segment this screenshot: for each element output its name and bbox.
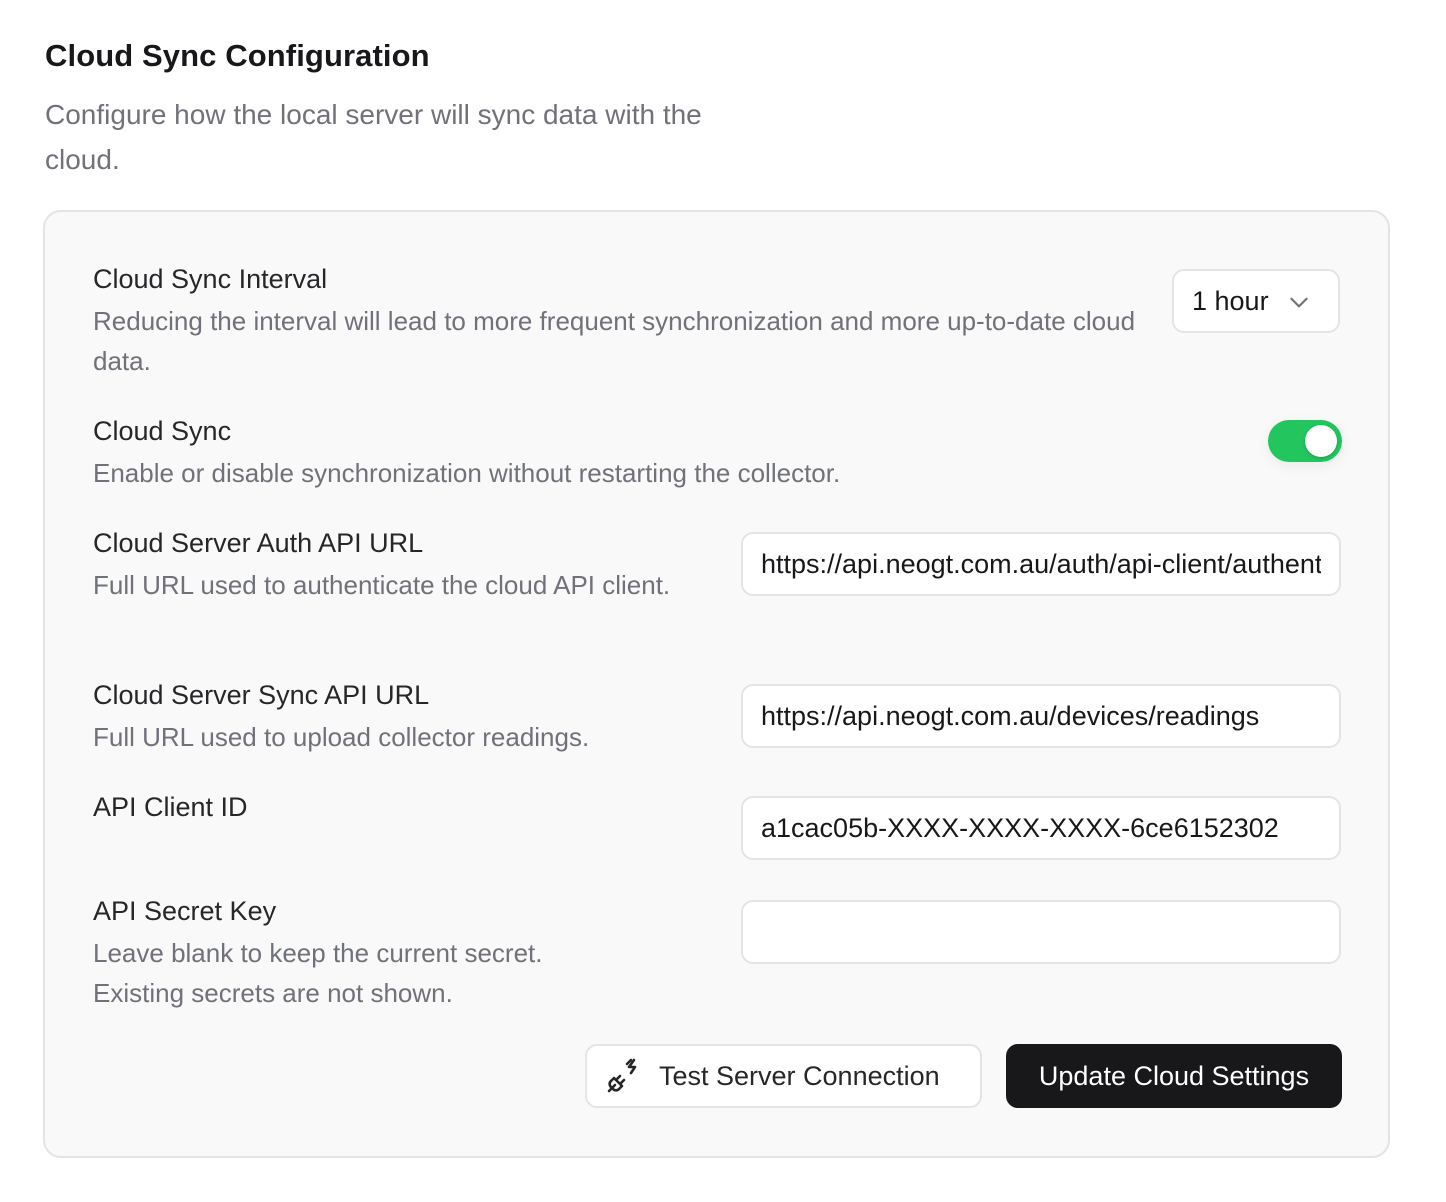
cloud-sync-help: Enable or disable synchronization withou… [93, 458, 841, 488]
plug-icon [607, 1058, 637, 1093]
section-title: Cloud Sync Configuration [45, 38, 430, 73]
sync-url-input[interactable] [741, 684, 1341, 748]
cloud-sync-page: Cloud Sync Configuration Configure how t… [0, 0, 1446, 1202]
test-connection-button[interactable]: Test Server Connection [585, 1044, 982, 1108]
secret-key-input[interactable] [741, 900, 1341, 964]
client-id-label: API Client ID [93, 792, 248, 822]
update-settings-label: Update Cloud Settings [1038, 1060, 1310, 1091]
chevron-down-icon [1290, 297, 1308, 308]
sync-interval-help: Reducing the interval will lead to more … [93, 306, 1136, 376]
secret-key-help: Leave blank to keep the current secret. … [93, 938, 543, 1008]
toggle-knob [1305, 425, 1337, 457]
sync-url-label: Cloud Server Sync API URL [93, 680, 430, 710]
cloud-sync-toggle[interactable] [1268, 420, 1342, 462]
auth-url-help: Full URL used to authenticate the cloud … [93, 570, 671, 600]
auth-url-input[interactable] [741, 532, 1341, 596]
client-id-input[interactable] [741, 796, 1341, 860]
test-connection-label: Test Server Connection [659, 1060, 940, 1091]
auth-url-label: Cloud Server Auth API URL [93, 528, 424, 558]
settings-card: Cloud Sync Interval Reducing the interva… [43, 210, 1390, 1158]
sync-interval-select[interactable]: 1 hour [1172, 269, 1340, 333]
secret-key-label: API Secret Key [93, 896, 277, 926]
sync-interval-value: 1 hour [1192, 285, 1269, 316]
update-settings-button[interactable]: Update Cloud Settings [1006, 1044, 1342, 1108]
sync-url-help: Full URL used to upload collector readin… [93, 722, 590, 752]
section-description: Configure how the local server will sync… [45, 99, 702, 175]
cloud-sync-label: Cloud Sync [93, 416, 232, 446]
sync-interval-label: Cloud Sync Interval [93, 264, 328, 294]
